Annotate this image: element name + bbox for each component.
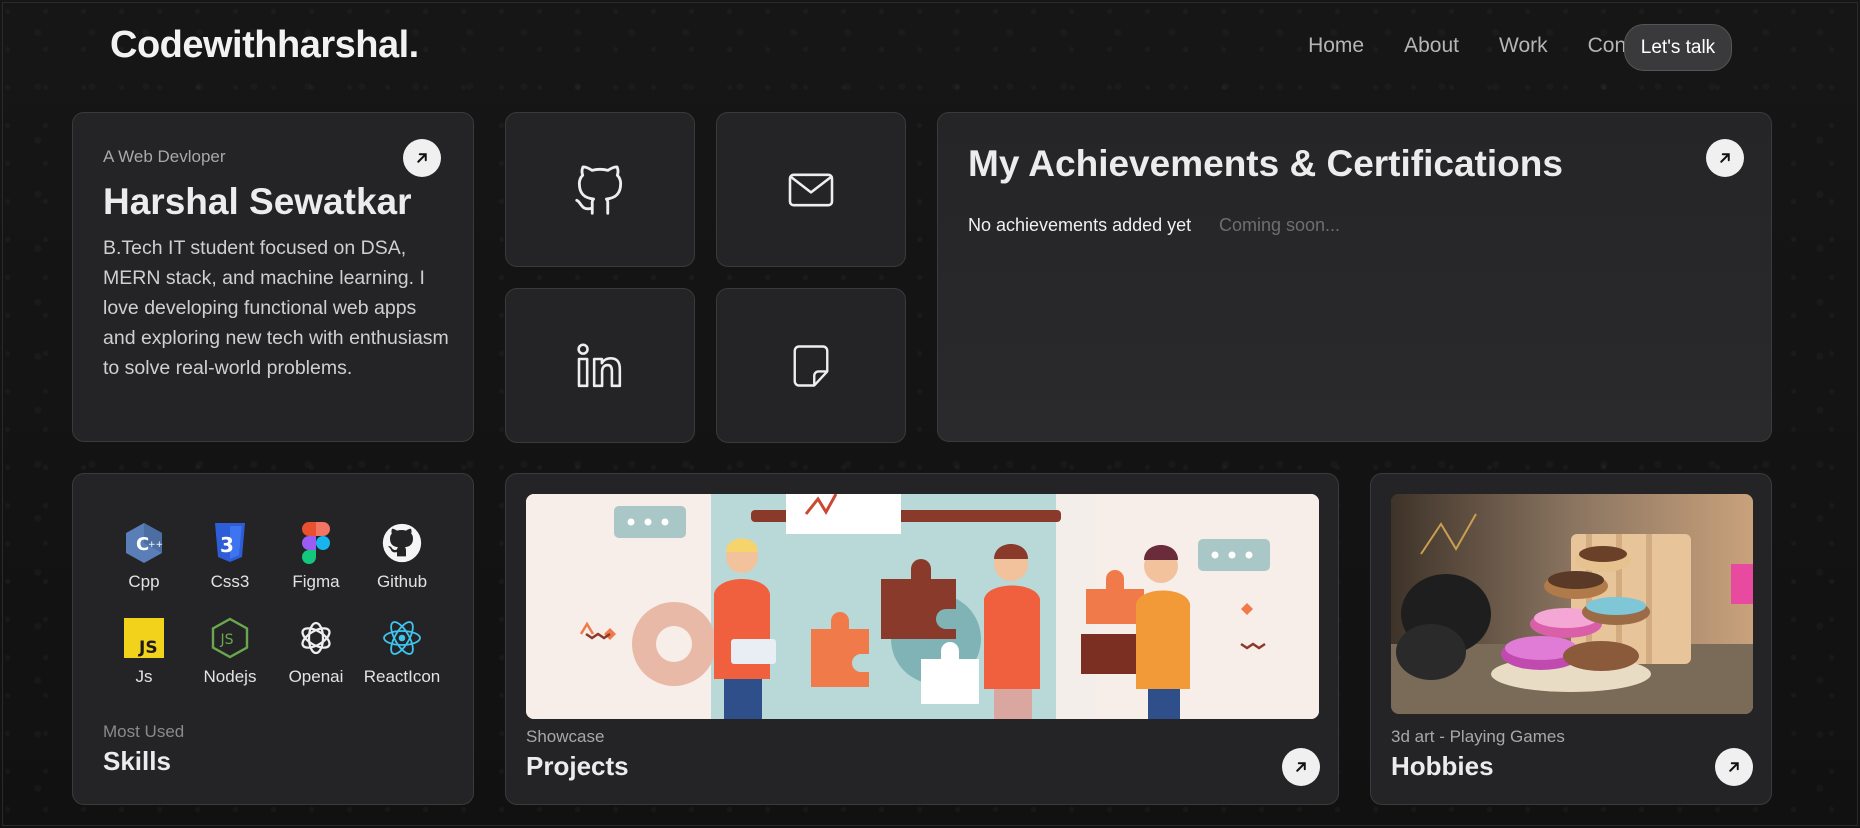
svg-text:JS: JS bbox=[220, 632, 234, 648]
achievements-empty-text: No achievements added yet bbox=[968, 215, 1192, 235]
achievements-title: My Achievements & Certifications bbox=[968, 143, 1563, 184]
github-icon bbox=[575, 165, 623, 215]
github-logo-icon bbox=[382, 523, 422, 563]
nav-work[interactable]: Work bbox=[1499, 34, 1548, 58]
skills-subtitle: Most Used bbox=[103, 722, 185, 741]
projects-subtitle: Showcase bbox=[526, 727, 605, 746]
hobbies-3d-art-image bbox=[1391, 494, 1753, 714]
svg-text:3: 3 bbox=[220, 533, 234, 557]
figma-icon bbox=[302, 522, 330, 564]
skill-cpp: C ++ Cpp bbox=[99, 522, 189, 592]
nodejs-icon: JS bbox=[211, 617, 249, 659]
projects-title: Projects bbox=[526, 751, 629, 781]
mail-link-card[interactable] bbox=[716, 112, 906, 267]
skill-nodejs: JS Nodejs bbox=[185, 617, 275, 687]
intro-bio: B.Tech IT student focused on DSA, MERN s… bbox=[103, 237, 449, 379]
intro-arrow-button[interactable] bbox=[403, 139, 441, 177]
arrow-up-right-icon bbox=[417, 153, 427, 163]
nav-home[interactable]: Home bbox=[1308, 34, 1364, 58]
skill-openai: Openai bbox=[271, 617, 361, 687]
github-link-card[interactable] bbox=[505, 112, 695, 267]
skill-js: JS Js bbox=[99, 617, 189, 687]
skill-github: Github bbox=[357, 522, 447, 592]
react-icon bbox=[383, 621, 421, 655]
achievements-coming-soon: Coming soon... bbox=[1219, 215, 1341, 235]
achievements-arrow-button[interactable] bbox=[1706, 139, 1744, 177]
main-nav: Home About Work Contact bbox=[1308, 34, 1660, 58]
projects-arrow-button[interactable] bbox=[1282, 748, 1320, 786]
resume-note-icon bbox=[793, 344, 829, 387]
arrow-up-right-icon bbox=[1729, 762, 1739, 772]
js-icon: JS bbox=[124, 618, 164, 658]
achievements-card: My Achievements & Certifications No achi… bbox=[937, 112, 1772, 442]
skills-title: Skills bbox=[103, 746, 171, 776]
hobbies-arrow-button[interactable] bbox=[1715, 748, 1753, 786]
linkedin-icon bbox=[577, 342, 622, 387]
skill-css3: 3 Css3 bbox=[185, 522, 275, 592]
lets-talk-button[interactable]: Let's talk bbox=[1624, 24, 1732, 71]
nav-about[interactable]: About bbox=[1404, 34, 1459, 58]
intro-name: Harshal Sewatkar bbox=[103, 181, 412, 222]
hobbies-title: Hobbies bbox=[1391, 751, 1494, 781]
openai-icon bbox=[301, 621, 331, 655]
intro-role: A Web Devloper bbox=[103, 147, 226, 166]
hobbies-card: 3d art - Playing Games Hobbies bbox=[1370, 473, 1772, 805]
resume-link-card[interactable] bbox=[716, 288, 906, 443]
cpp-icon: C++ bbox=[126, 523, 163, 563]
linkedin-link-card[interactable] bbox=[505, 288, 695, 443]
projects-card: Showcase Projects bbox=[505, 473, 1339, 805]
arrow-up-right-icon bbox=[1296, 762, 1306, 772]
css3-icon: 3 bbox=[215, 523, 245, 562]
mail-icon bbox=[788, 173, 834, 206]
svg-text:++: ++ bbox=[148, 540, 163, 550]
skills-card: C ++ Cpp 3 Css3 Figma Github JS Js JS Nod… bbox=[72, 473, 474, 805]
skill-react: ReactIcon bbox=[357, 617, 447, 687]
site-logo[interactable]: Codewithharshal. bbox=[110, 24, 419, 67]
skill-figma: Figma bbox=[271, 522, 361, 592]
projects-illustration bbox=[526, 494, 1319, 719]
intro-card: A Web Devloper Harshal Sewatkar B.Tech I… bbox=[72, 112, 474, 442]
hobbies-subtitle: 3d art - Playing Games bbox=[1391, 727, 1565, 746]
svg-text:JS: JS bbox=[138, 638, 158, 658]
arrow-up-right-icon bbox=[1720, 153, 1730, 163]
